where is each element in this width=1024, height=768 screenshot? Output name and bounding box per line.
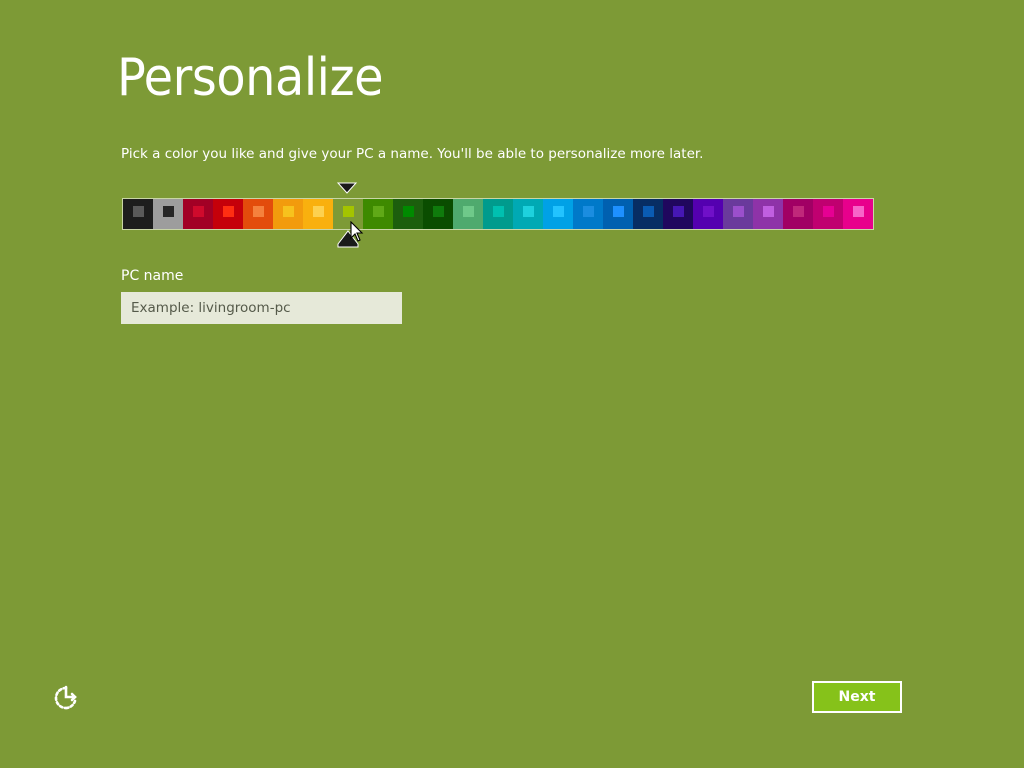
swatch-accent [193, 206, 204, 217]
swatch-accent [433, 206, 444, 217]
color-swatch[interactable] [663, 199, 693, 229]
color-swatch[interactable] [453, 199, 483, 229]
color-swatch[interactable] [543, 199, 573, 229]
pc-name-label: PC name [121, 268, 184, 284]
color-swatch[interactable] [693, 199, 723, 229]
swatch-accent [313, 206, 324, 217]
color-swatch[interactable] [423, 199, 453, 229]
swatch-accent [523, 206, 534, 217]
selection-marker-top-icon [337, 182, 357, 194]
swatch-accent [253, 206, 264, 217]
color-swatch[interactable] [633, 199, 663, 229]
swatch-accent [643, 206, 654, 217]
color-swatch[interactable] [783, 199, 813, 229]
color-swatch[interactable] [513, 199, 543, 229]
swatch-accent [463, 206, 474, 217]
color-swatch[interactable] [243, 199, 273, 229]
color-swatch[interactable] [363, 199, 393, 229]
color-swatch[interactable] [723, 199, 753, 229]
color-swatch[interactable] [333, 199, 363, 229]
instructions-text: Pick a color you like and give your PC a… [121, 146, 704, 162]
color-swatch[interactable] [153, 199, 183, 229]
color-swatch[interactable] [123, 199, 153, 229]
swatch-accent [613, 206, 624, 217]
swatch-accent [553, 206, 564, 217]
color-swatch[interactable] [843, 199, 873, 229]
swatch-accent [223, 206, 234, 217]
color-swatch[interactable] [393, 199, 423, 229]
swatch-accent [163, 206, 174, 217]
swatch-accent [823, 206, 834, 217]
swatch-accent [583, 206, 594, 217]
color-swatch[interactable] [603, 199, 633, 229]
color-swatch[interactable] [573, 199, 603, 229]
color-swatch[interactable] [813, 199, 843, 229]
swatch-accent [793, 206, 804, 217]
swatch-accent [733, 206, 744, 217]
swatch-accent [343, 206, 354, 217]
pc-name-input[interactable] [121, 292, 402, 324]
selection-marker-bottom-icon [337, 230, 359, 248]
swatch-accent [673, 206, 684, 217]
color-swatch[interactable] [273, 199, 303, 229]
color-swatch[interactable] [213, 199, 243, 229]
swatch-accent [373, 206, 384, 217]
next-button[interactable]: Next [812, 681, 902, 713]
swatch-accent [763, 206, 774, 217]
swatch-accent [403, 206, 414, 217]
color-swatch[interactable] [483, 199, 513, 229]
personalize-screen: Personalize Pick a color you like and gi… [0, 0, 1024, 768]
color-picker [122, 198, 874, 230]
color-swatch[interactable] [183, 199, 213, 229]
swatch-accent [703, 206, 714, 217]
ease-of-access-icon[interactable] [51, 683, 81, 713]
swatch-accent [493, 206, 504, 217]
swatch-accent [133, 206, 144, 217]
swatch-accent [283, 206, 294, 217]
color-swatch[interactable] [753, 199, 783, 229]
swatch-accent [853, 206, 864, 217]
page-title: Personalize [117, 48, 384, 108]
color-swatch[interactable] [303, 199, 333, 229]
